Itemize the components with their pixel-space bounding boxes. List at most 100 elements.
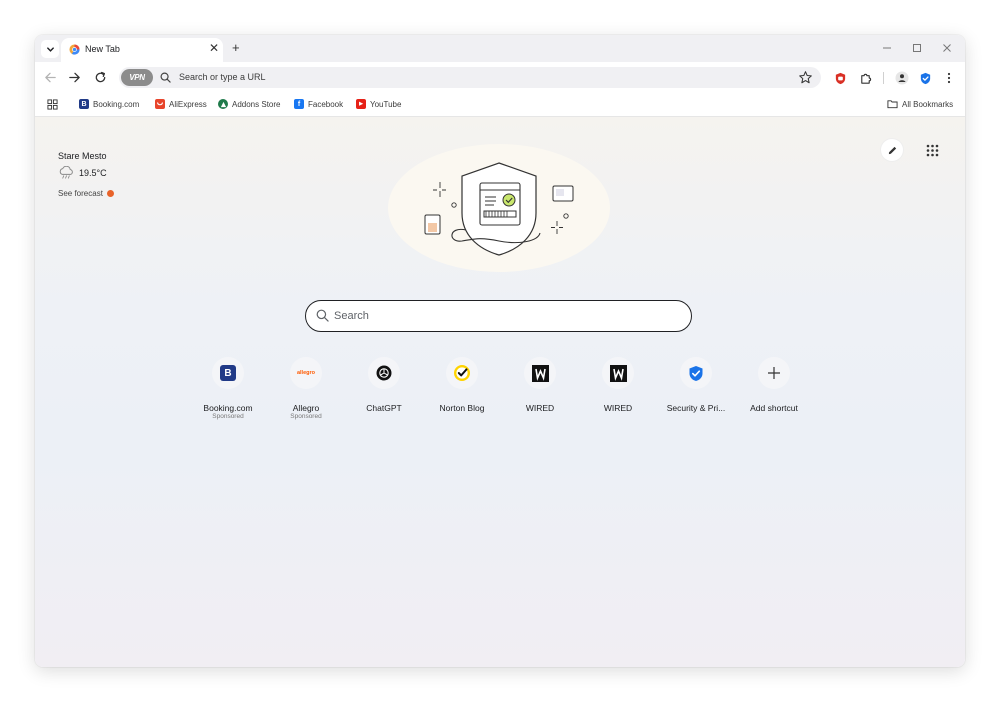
arrow-left-icon bbox=[44, 72, 56, 82]
shortcut-booking[interactable]: B Booking.com Sponsored bbox=[189, 357, 267, 427]
shortcut-label: Booking.com bbox=[203, 403, 253, 413]
tab-title: New Tab bbox=[85, 44, 120, 54]
vpn-button[interactable]: VPN bbox=[121, 69, 153, 86]
omnibox-input[interactable]: Search or type a URL bbox=[179, 72, 266, 82]
forward-button[interactable] bbox=[66, 69, 82, 85]
shortcut-sponsored-label: Sponsored bbox=[290, 413, 322, 420]
allegro-icon: allegro bbox=[296, 370, 316, 376]
adblock-shield-icon bbox=[835, 72, 845, 84]
reload-button[interactable] bbox=[92, 69, 108, 85]
facebook-icon: f bbox=[294, 99, 304, 109]
all-bookmarks-button[interactable]: All Bookmarks bbox=[887, 98, 953, 110]
shortcut-wired-2[interactable]: WIRED bbox=[579, 357, 657, 427]
new-tab-button[interactable]: + bbox=[232, 41, 240, 54]
shortcut-tile bbox=[680, 357, 712, 389]
search-input[interactable]: Search bbox=[334, 310, 369, 322]
folder-icon bbox=[887, 100, 898, 109]
extensions-button[interactable] bbox=[858, 71, 872, 85]
maximize-icon bbox=[913, 44, 921, 52]
search-box[interactable]: Search bbox=[305, 300, 692, 332]
wired-icon bbox=[609, 364, 627, 382]
reload-icon bbox=[95, 71, 105, 82]
shortcut-tile bbox=[368, 357, 400, 389]
youtube-icon: ▶ bbox=[356, 99, 366, 109]
apps-launcher-button[interactable] bbox=[921, 139, 943, 161]
back-button[interactable] bbox=[42, 69, 58, 85]
toolbar-separator bbox=[883, 72, 884, 84]
apps-grid-icon bbox=[47, 98, 58, 110]
shortcut-add[interactable]: Add shortcut bbox=[735, 357, 813, 427]
chatgpt-icon bbox=[376, 365, 392, 381]
weather-temperature: 19.5°C bbox=[79, 168, 107, 178]
bookmark-addons-store[interactable]: Addons Store bbox=[218, 98, 280, 110]
browser-menu-button[interactable] bbox=[942, 71, 956, 85]
see-forecast-link[interactable]: See forecast bbox=[58, 189, 114, 198]
customize-button[interactable] bbox=[881, 139, 903, 161]
rain-cloud-icon bbox=[59, 166, 73, 179]
shortcut-label: Allegro bbox=[292, 403, 320, 413]
weather-city: Stare Mesto bbox=[58, 151, 107, 161]
bookmark-star-icon[interactable] bbox=[798, 70, 813, 85]
blue-shield-check-icon bbox=[920, 72, 930, 84]
norton-icon bbox=[454, 365, 470, 381]
adblock-extension-button[interactable] bbox=[833, 71, 847, 85]
bookmark-label: Booking.com bbox=[93, 99, 140, 109]
new-tab-page: Stare Mesto 19.5°C See forecast Search B… bbox=[35, 117, 965, 667]
apps-shortcut-button[interactable] bbox=[47, 98, 58, 110]
norton-password-button[interactable] bbox=[918, 71, 932, 85]
shortcut-tile bbox=[524, 357, 556, 389]
search-icon bbox=[316, 309, 329, 322]
shortcut-label: Norton Blog bbox=[439, 403, 485, 413]
shield-icon bbox=[689, 365, 703, 381]
weather-temp-row: 19.5°C bbox=[58, 166, 107, 180]
tab-close-icon[interactable]: ✕ bbox=[208, 42, 220, 54]
close-icon bbox=[943, 44, 951, 52]
shortcut-tile: allegro bbox=[290, 357, 322, 389]
toolbar: VPN Search or type a URL bbox=[35, 62, 965, 92]
shortcut-tile bbox=[758, 357, 790, 389]
shortcut-allegro[interactable]: allegro Allegro Sponsored bbox=[267, 357, 345, 427]
shortcut-chatgpt[interactable]: ChatGPT bbox=[345, 357, 423, 427]
shortcut-norton-blog[interactable]: Norton Blog bbox=[423, 357, 501, 427]
bookmark-label: YouTube bbox=[370, 99, 402, 109]
tab-search-button[interactable] bbox=[41, 40, 59, 58]
aliexpress-icon bbox=[155, 99, 165, 109]
addons-store-icon bbox=[218, 99, 228, 109]
shortcut-label: WIRED bbox=[603, 403, 633, 413]
shortcut-security-privacy[interactable]: Security & Pri... bbox=[657, 357, 735, 427]
forecast-indicator-icon bbox=[106, 190, 114, 197]
bookmark-facebook[interactable]: f Facebook bbox=[294, 98, 343, 110]
profile-avatar-icon bbox=[895, 71, 909, 85]
puzzle-icon bbox=[860, 73, 871, 84]
bookmark-youtube[interactable]: ▶ YouTube bbox=[356, 98, 401, 110]
bookmarks-bar: B Booking.com AliExpress Addons Store f … bbox=[35, 92, 965, 117]
maximize-button[interactable] bbox=[907, 39, 927, 57]
shortcut-label: Add shortcut bbox=[750, 403, 798, 413]
bookmark-aliexpress[interactable]: AliExpress bbox=[155, 98, 207, 110]
wired-icon bbox=[531, 364, 549, 382]
tab-strip: New Tab ✕ + bbox=[35, 35, 965, 62]
apps-launcher-icon bbox=[926, 144, 938, 156]
omnibox[interactable]: VPN Search or type a URL bbox=[119, 67, 821, 88]
shortcut-tile: B bbox=[212, 357, 244, 389]
shortcut-tile bbox=[602, 357, 634, 389]
bookmark-booking[interactable]: B Booking.com bbox=[79, 98, 139, 110]
tab-new-tab[interactable]: New Tab ✕ bbox=[61, 38, 223, 62]
browser-window: New Tab ✕ + VPN Search or type a URL B B… bbox=[35, 35, 965, 667]
chevron-down-icon bbox=[46, 46, 54, 52]
shortcut-tile bbox=[446, 357, 478, 389]
booking-icon: B bbox=[220, 365, 236, 381]
shortcut-label: WIRED bbox=[525, 403, 555, 413]
kebab-menu-icon bbox=[947, 72, 951, 84]
weather-widget[interactable]: Stare Mesto 19.5°C See forecast bbox=[58, 151, 114, 198]
shortcut-wired-1[interactable]: WIRED bbox=[501, 357, 579, 427]
shortcut-label: Security & Pri... bbox=[666, 403, 726, 413]
minimize-button[interactable] bbox=[877, 39, 897, 57]
close-window-button[interactable] bbox=[937, 39, 957, 57]
search-icon bbox=[160, 72, 171, 83]
profile-button[interactable] bbox=[895, 71, 909, 85]
all-bookmarks-label: All Bookmarks bbox=[902, 99, 954, 109]
bookmark-label: AliExpress bbox=[169, 99, 207, 109]
plus-icon bbox=[768, 367, 780, 379]
see-forecast-label: See forecast bbox=[58, 189, 103, 198]
